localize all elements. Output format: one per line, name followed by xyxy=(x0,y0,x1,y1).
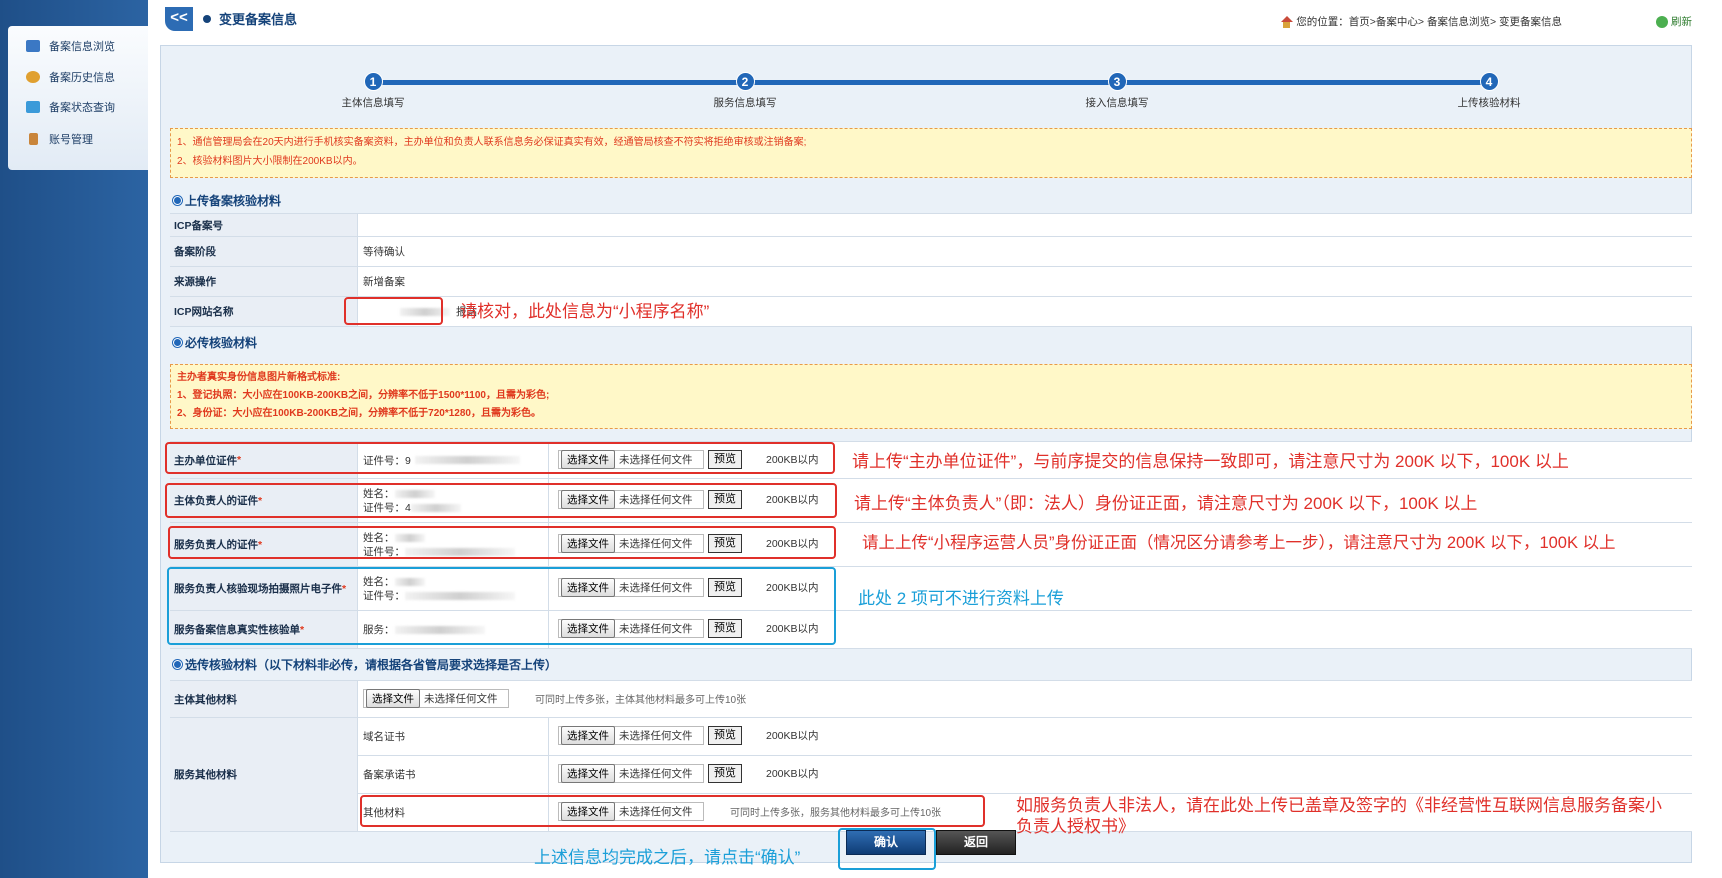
row-label: 来源操作 xyxy=(170,267,358,296)
section-bullet-icon xyxy=(173,196,182,205)
file-input[interactable]: 选择文件 未选择任何文件 xyxy=(558,726,704,745)
annotation-box-site-name xyxy=(344,297,443,325)
step-2: 2 服务信息填写 xyxy=(675,72,815,110)
annotation-box-principal-cert xyxy=(165,483,837,518)
annotation-box-optional-two xyxy=(167,567,836,645)
progress-steps-line xyxy=(372,80,1489,85)
breadcrumb-text: 您的位置：首页>备案中心> 备案信息浏览> 变更备案信息 xyxy=(1296,16,1562,28)
file-input[interactable]: 选择文件 未选择任何文件 xyxy=(558,764,704,783)
size-limit: 200KB以内 xyxy=(766,768,819,780)
account-icon xyxy=(29,133,38,145)
choose-file-button[interactable]: 选择文件 xyxy=(561,764,615,783)
notice-line: 1、通信管理局会在20天内进行手机核实备案资料，主办单位和负责人联系信息务必保证… xyxy=(177,137,807,148)
service-sub-row-commitment: 备案承诺书 选择文件 未选择任何文件 预览 200KB以内 xyxy=(358,756,1692,794)
notice-line: 2、身份证：大小应在100KB-200KB之间，分辨率不低于720*1280，且… xyxy=(177,408,541,419)
size-limit: 200KB以内 xyxy=(766,730,819,742)
refresh-icon xyxy=(1656,15,1668,28)
info-row-stage: 备案阶段 等待确认 xyxy=(170,237,1692,267)
row-value: 备案承诺书 xyxy=(363,769,416,781)
row-label: 主体其他材料 xyxy=(170,681,358,717)
row-value: 域名证书 xyxy=(363,731,405,743)
section-title-upload: 上传备案核验材料 xyxy=(173,192,281,209)
step-number: 4 xyxy=(1479,72,1499,91)
sidebar-item-history[interactable]: 备案历史信息 xyxy=(8,65,158,89)
history-icon xyxy=(26,71,40,83)
row-value: 等待确认 xyxy=(363,246,405,258)
row-label: 备案阶段 xyxy=(170,237,358,266)
step-label: 服务信息填写 xyxy=(713,97,777,109)
sidebar-item-label: 备案状态查询 xyxy=(49,102,115,114)
section-title-required: 必传核验材料 xyxy=(173,334,257,351)
notice-box: 1、通信管理局会在20天内进行手机核实备案资料，主办单位和负责人联系信息务必保证… xyxy=(170,128,1692,178)
row-label: ICP备案号 xyxy=(170,214,358,236)
browse-icon xyxy=(26,40,40,52)
info-row-source: 来源操作 新增备案 xyxy=(170,267,1692,297)
step-number: 3 xyxy=(1107,72,1127,91)
step-3: 3 接入信息填写 xyxy=(1047,72,1187,110)
row-label: 服务其他材料 xyxy=(170,718,358,831)
section-bullet-icon xyxy=(173,660,182,669)
optional-row-subject: 主体其他材料 选择文件 未选择任何文件 可同时上传多张，主体其他材料最多可上传10… xyxy=(170,680,1692,718)
step-number: 2 xyxy=(735,72,755,91)
preview-button[interactable]: 预览 xyxy=(708,726,742,745)
choose-file-button[interactable]: 选择文件 xyxy=(366,689,420,708)
step-label: 接入信息填写 xyxy=(1085,97,1149,109)
format-notice-box: 主办者真实身份信息图片新格式标准: 1、登记执照：大小应在100KB-200KB… xyxy=(170,364,1692,429)
annotation-text: 上述信息均完成之后，请点击“确认” xyxy=(534,848,801,867)
step-label: 上传核验材料 xyxy=(1457,97,1521,109)
notice-line: 2、核验材料图片大小限制在200KB以内。 xyxy=(177,156,363,167)
sidebar-item-label: 账号管理 xyxy=(49,134,93,146)
service-sub-row-domain: 域名证书 选择文件 未选择任何文件 预览 200KB以内 xyxy=(358,718,1692,756)
file-input[interactable]: 选择文件 未选择任何文件 xyxy=(363,689,509,708)
file-upload-group: 选择文件 未选择任何文件 预览 200KB以内 xyxy=(558,726,819,745)
notice-line: 1、登记执照：大小应在100KB-200KB之间，分辨率不低于1500*1100… xyxy=(177,390,550,401)
annotation-box-other-materials xyxy=(360,795,985,827)
annotation-box-org-cert xyxy=(165,442,835,474)
step-1: 1 主体信息填写 xyxy=(303,72,443,110)
annotation-text: 请上上传“小程序运营人员”身份证正面（情况区分请参考上一步），请注意尺寸为 20… xyxy=(862,534,1616,552)
sidebar-item-account[interactable]: 账号管理 xyxy=(8,127,158,151)
sidebar: 备案信息浏览 备案历史信息 备案状态查询 账号管理 xyxy=(0,0,165,878)
sidebar-item-label: 备案历史信息 xyxy=(49,72,115,84)
status-icon xyxy=(26,101,40,113)
file-upload-group: 选择文件 未选择任何文件 预览 200KB以内 xyxy=(558,764,819,783)
breadcrumb: 您的位置：首页>备案中心> 备案信息浏览> 变更备案信息 xyxy=(1280,14,1562,29)
info-row-icp-number: ICP备案号 xyxy=(170,213,1692,237)
annotation-text: 请上传“主办单位证件”，与前序提交的信息保持一致即可，请注意尺寸为 200K 以… xyxy=(852,452,1569,471)
refresh-button[interactable]: 刷新 xyxy=(1656,14,1692,29)
row-label: ICP网站名称 xyxy=(170,297,358,326)
annotation-box-confirm xyxy=(838,828,936,870)
step-4: 4 上传核验材料 xyxy=(1419,72,1559,110)
file-upload-group: 选择文件 未选择任何文件 可同时上传多张，主体其他材料最多可上传10张 xyxy=(363,689,746,708)
page-title: 变更备案信息 xyxy=(203,9,297,28)
sidebar-menu: 备案信息浏览 备案历史信息 备案状态查询 账号管理 xyxy=(8,26,158,170)
upload-hint: 可同时上传多张，主体其他材料最多可上传10张 xyxy=(535,695,747,706)
sidebar-item-label: 备案信息浏览 xyxy=(49,41,115,53)
step-number: 1 xyxy=(363,72,383,91)
annotation-text-auth-letter: 如服务负责人非法人，请在此处上传已盖章及签字的《非经营性互联网信息服务备案小 负… xyxy=(1016,796,1662,836)
preview-button[interactable]: 预览 xyxy=(708,764,742,783)
choose-file-button[interactable]: 选择文件 xyxy=(561,726,615,745)
sidebar-item-status[interactable]: 备案状态查询 xyxy=(8,95,158,119)
title-bullet-icon xyxy=(203,14,211,23)
page-title-text: 变更备案信息 xyxy=(219,12,298,27)
annotation-box-service-cert xyxy=(168,526,836,559)
annotation-text: 请核对，此处信息为“小程序名称” xyxy=(460,302,710,321)
section-bullet-icon xyxy=(173,338,182,347)
home-icon xyxy=(1280,15,1294,28)
section-title-optional: 选传核验材料（以下材料非必传，请根据各省管局要求选择是否上传） xyxy=(173,656,557,673)
back-button[interactable]: 返回 xyxy=(936,830,1016,855)
notice-line: 主办者真实身份信息图片新格式标准: xyxy=(177,372,341,383)
row-value: 新增备案 xyxy=(363,276,405,288)
step-label: 主体信息填写 xyxy=(341,97,405,109)
annotation-text: 此处 2 项可不进行资料上传 xyxy=(858,589,1064,608)
annotation-text: 请上传“主体负责人”（即：法人）身份证正面，请注意尺寸为 200K 以下，100… xyxy=(854,494,1478,513)
collapse-sidebar-button[interactable]: << xyxy=(165,7,193,31)
sidebar-item-browse[interactable]: 备案信息浏览 xyxy=(8,34,158,58)
refresh-label: 刷新 xyxy=(1671,16,1692,28)
